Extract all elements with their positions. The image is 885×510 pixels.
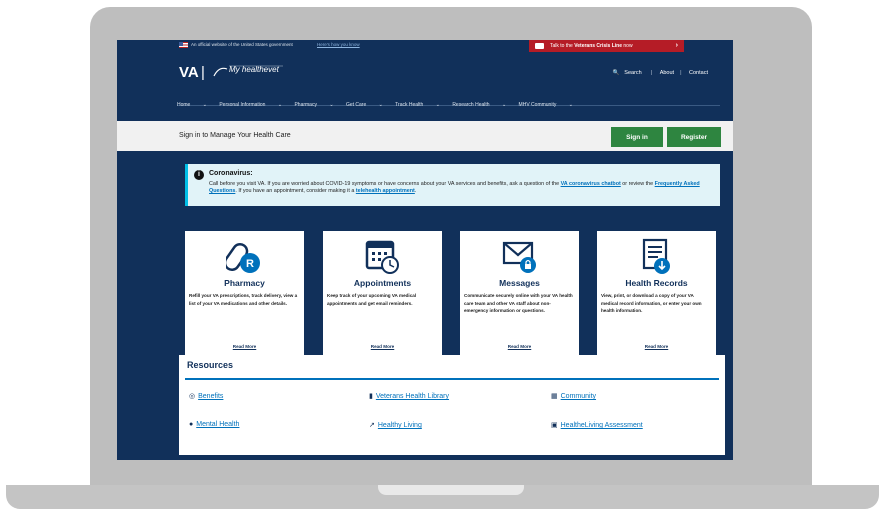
logo-separator: | [201, 64, 205, 81]
resources-heading: Resources [187, 360, 234, 370]
resource-link-veterans-health-library[interactable]: ▮ Veterans Health Library [369, 392, 449, 400]
clipboard-icon: ▣ [551, 422, 558, 429]
search-link[interactable]: 🔍 Search [613, 70, 645, 76]
card-title: Pharmacy [224, 278, 265, 288]
card-title: Messages [499, 278, 540, 288]
resource-link-benefits[interactable]: ◎ Benefits [189, 392, 223, 400]
main-nav: Home ⌄ Personal Information ⌄ Pharmacy ⌄… [177, 102, 733, 114]
pharmacy-card[interactable]: R Pharmacy Refill your VA prescriptions,… [184, 230, 305, 356]
read-more-link[interactable]: Read More [323, 344, 442, 349]
chatbot-link[interactable]: VA coronavirus chatbot [561, 181, 621, 187]
resource-link-mental-health[interactable]: ● Mental Health [189, 421, 239, 428]
nav-item-home[interactable]: Home ⌄ [177, 102, 207, 108]
resource-link-community[interactable]: ▦ Community [551, 392, 596, 400]
card-description: Communicate securely online with your VA… [464, 293, 573, 314]
nav-item-pharmacy[interactable]: Pharmacy ⌄ [294, 102, 333, 108]
brain-icon: ● [189, 421, 194, 428]
envelope-lock-icon [502, 241, 536, 273]
sign-in-button[interactable]: Sign in [611, 127, 663, 147]
nav-item-get-care[interactable]: Get Care ⌄ [346, 102, 383, 108]
document-download-icon [642, 238, 670, 274]
us-flag-icon [179, 42, 188, 48]
read-more-link[interactable]: Read More [597, 344, 716, 349]
my-healthevet-text: My healthevet [229, 65, 279, 74]
site-header: VA | My healthevet 🔍 Search | About | Cont… [117, 50, 733, 106]
card-title: Appointments [353, 278, 412, 288]
read-more-link[interactable]: Read More [185, 344, 304, 349]
info-icon: i [194, 170, 204, 180]
gov-banner-text: An official website of the United States… [191, 42, 293, 47]
nav-item-personal-information[interactable]: Personal Information ⌄ [219, 102, 282, 108]
register-button[interactable]: Register [667, 127, 721, 147]
messages-card[interactable]: Messages Communicate securely online wit… [459, 230, 580, 356]
coronavirus-alert-title: Coronavirus: [209, 170, 253, 177]
community-icon: ▦ [551, 393, 558, 400]
coins-icon: ◎ [189, 393, 196, 400]
signin-bar: Sign in to Manage Your Health Care Sign … [117, 121, 733, 151]
crisis-line-icon [535, 43, 544, 49]
card-title: Health Records [625, 278, 688, 288]
resources-divider [185, 378, 719, 380]
runner-icon: ↗ [369, 422, 375, 429]
signin-heading: Sign in to Manage Your Health Care [179, 132, 291, 139]
pill-icon: R [226, 243, 260, 273]
laptop-notch [378, 485, 524, 495]
nav-item-track-health[interactable]: Track Health ⌄ [395, 102, 440, 108]
my-healthevet-logo[interactable]: My healthevet [213, 64, 295, 78]
resources-panel: Resources ◎ Benefits ▮ Veterans Health Lib… [179, 355, 725, 455]
nav-item-mhv-community[interactable]: MHV Community ⌄ [519, 102, 573, 108]
card-description: Keep track of your upcoming VA medical a… [327, 293, 417, 306]
card-description: View, print, or download a copy of your … [601, 293, 702, 314]
chevron-right-icon: › [675, 42, 678, 49]
resource-link-healtheliving-assessment[interactable]: ▣ HealtheLiving Assessment [551, 421, 643, 429]
laptop-screen: An official website of the United States… [117, 40, 733, 460]
appointments-card[interactable]: Appointments Keep track of your upcoming… [322, 230, 443, 356]
resource-link-healthy-living[interactable]: ↗ Healthy Living [369, 421, 422, 429]
contact-link[interactable]: Contact [689, 70, 708, 76]
header-nav: 🔍 Search | About | Contact [612, 70, 708, 76]
va-logo[interactable]: VA [179, 64, 199, 81]
calendar-clock-icon [365, 240, 399, 274]
gov-banner-link[interactable]: Here's how you know [317, 42, 360, 47]
read-more-link[interactable]: Read More [460, 344, 579, 349]
about-link[interactable]: About [660, 70, 674, 76]
card-description: Refill your VA prescriptions, track deli… [189, 293, 298, 306]
telehealth-link[interactable]: telehealth appointment [356, 188, 415, 194]
coronavirus-alert-body: Call before you visit VA. If you are wor… [209, 181, 700, 195]
crisis-line-label: Talk to the Veterans Crisis Line now [550, 43, 633, 49]
svg-text:R: R [246, 258, 254, 270]
coronavirus-alert: i Coronavirus: Call before you visit VA.… [185, 164, 720, 206]
book-icon: ▮ [369, 393, 373, 400]
nav-item-research-health[interactable]: Research Health ⌄ [452, 102, 506, 108]
health-records-card[interactable]: Health Records View, print, or download … [596, 230, 717, 356]
